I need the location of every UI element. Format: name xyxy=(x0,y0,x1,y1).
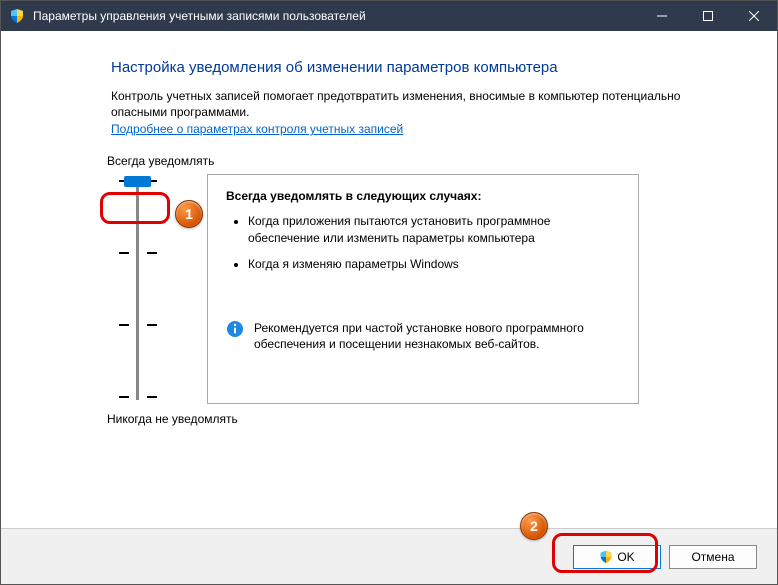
shield-icon xyxy=(9,8,25,24)
shield-icon xyxy=(599,550,613,564)
ok-button[interactable]: OK xyxy=(573,545,661,569)
close-button[interactable] xyxy=(731,1,777,31)
slider-top-label: Всегда уведомлять xyxy=(107,154,737,168)
page-heading: Настройка уведомления об изменении парам… xyxy=(111,59,737,76)
minimize-button[interactable] xyxy=(639,1,685,31)
panel-bullet: Когда приложения пытаются установить про… xyxy=(248,213,620,245)
content-area: Настройка уведомления об изменении парам… xyxy=(1,31,777,426)
maximize-button[interactable] xyxy=(685,1,731,31)
info-text: Рекомендуется при частой установке новог… xyxy=(254,320,620,352)
notification-panel: Всегда уведомлять в следующих случаях: К… xyxy=(207,174,639,404)
panel-bullet: Когда я изменяю параметры Windows xyxy=(248,256,620,272)
cancel-button-label: Отмена xyxy=(691,550,734,564)
description-text: Контроль учетных записей помогает предот… xyxy=(111,88,737,120)
cancel-button[interactable]: Отмена xyxy=(669,545,757,569)
info-icon xyxy=(226,320,244,338)
footer: OK Отмена xyxy=(1,528,777,584)
panel-title: Всегда уведомлять в следующих случаях: xyxy=(226,189,620,203)
slider-bottom-label: Никогда не уведомлять xyxy=(107,412,737,426)
slider-thumb[interactable] xyxy=(124,176,151,187)
uac-slider[interactable] xyxy=(107,174,169,404)
ok-button-label: OK xyxy=(617,550,634,564)
window-title: Параметры управления учетными записями п… xyxy=(33,9,639,23)
titlebar: Параметры управления учетными записями п… xyxy=(1,1,777,31)
learn-more-link[interactable]: Подробнее о параметрах контроля учетных … xyxy=(111,122,403,136)
